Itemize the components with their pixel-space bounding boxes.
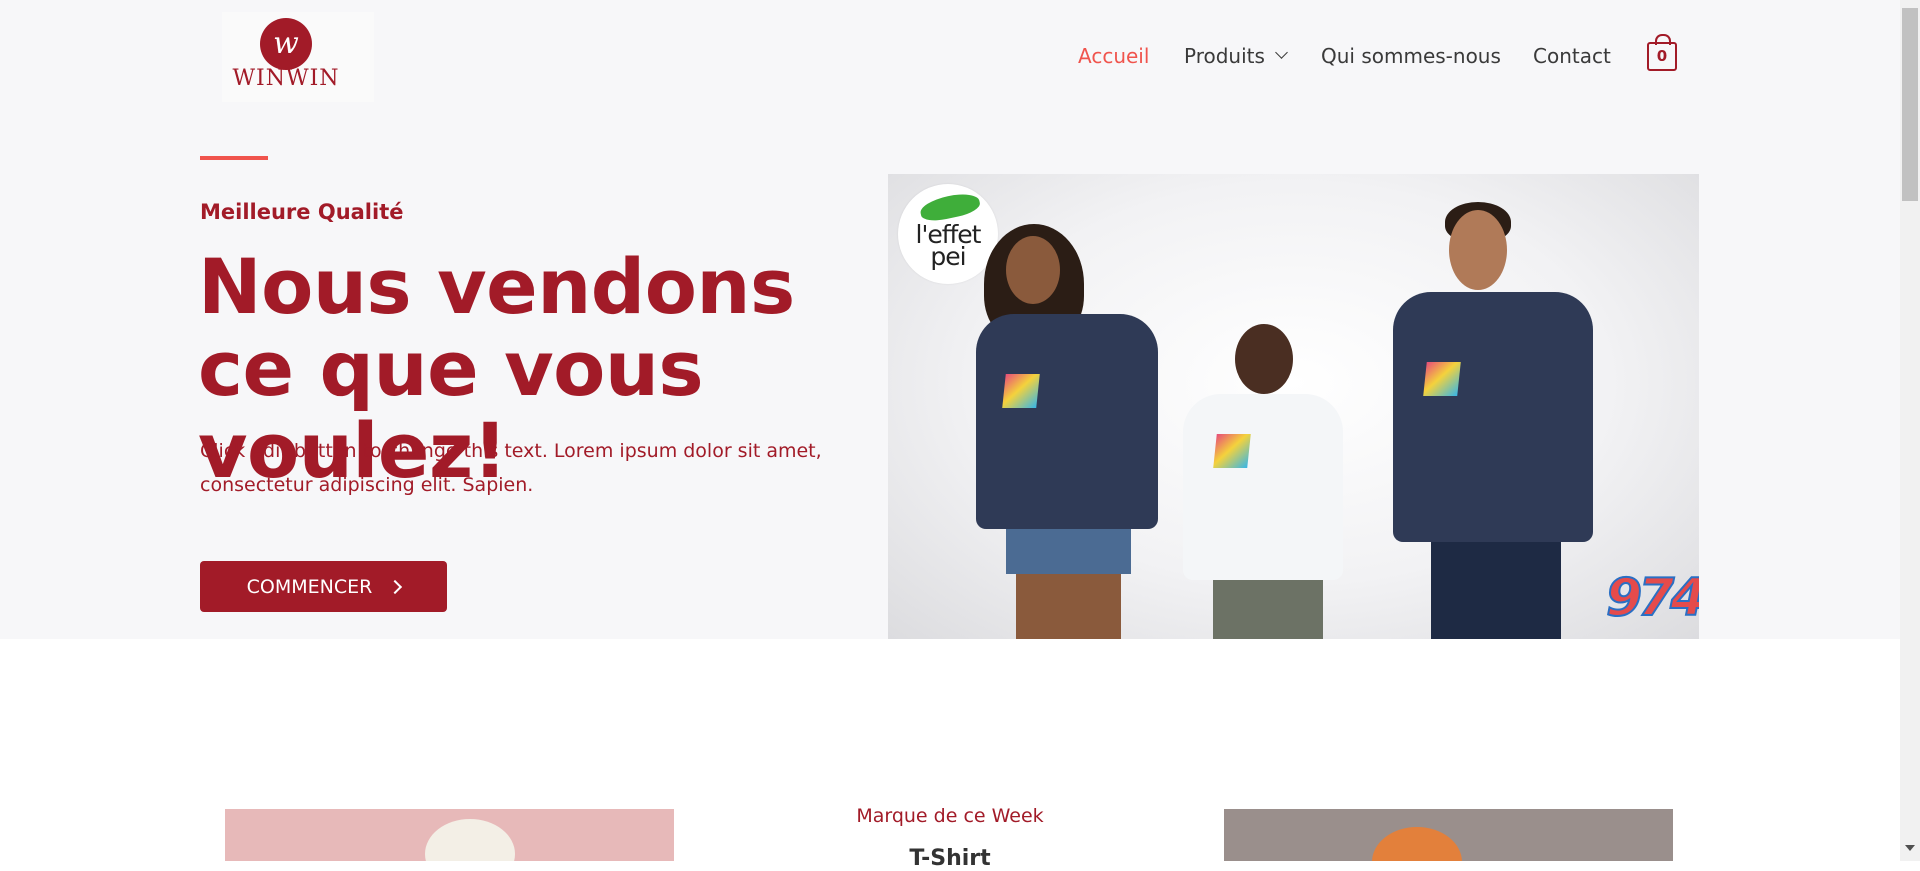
jeans <box>1431 542 1561 639</box>
shorts <box>1006 529 1131 574</box>
nav-label-qui-sommes-nous: Qui sommes-nous <box>1321 44 1501 68</box>
shopping-bag-icon[interactable]: 0 <box>1647 34 1677 71</box>
hoodie-print <box>1002 374 1040 408</box>
model-face <box>1235 324 1293 394</box>
legs <box>1016 574 1121 639</box>
scrollbar-thumb[interactable] <box>1902 8 1918 201</box>
hero-image: l'effet pei 974 <box>888 174 1699 639</box>
featured-title: T-Shirt <box>909 846 991 871</box>
pants <box>1213 580 1323 639</box>
logo-mark: w <box>260 18 312 70</box>
accent-divider <box>200 156 268 160</box>
nav-label-produits: Produits <box>1184 44 1265 68</box>
corner-logo: 974 <box>1605 567 1699 629</box>
hero-description: Click edit button to change this text. L… <box>200 440 822 496</box>
cart-count: 0 <box>1656 47 1668 65</box>
chevron-down-icon <box>1275 45 1288 59</box>
featured-label: Marque de ce Week <box>856 805 1044 827</box>
nav-label-contact: Contact <box>1533 44 1611 68</box>
brand-badge: l'effet pei <box>898 184 998 284</box>
hoodie <box>1393 292 1593 542</box>
model-face <box>1006 236 1060 304</box>
nav-item-accueil[interactable]: Accueil <box>1078 42 1149 70</box>
site-logo[interactable]: w WINWIN <box>222 12 374 102</box>
scroll-down-arrow-icon[interactable] <box>1905 845 1915 851</box>
nav-label-accueil: Accueil <box>1078 44 1150 68</box>
nav-item-qui-sommes-nous[interactable]: Qui sommes-nous <box>1321 42 1501 70</box>
hero-eyebrow: Meilleure Qualité <box>200 200 404 224</box>
nav-item-contact[interactable]: Contact <box>1533 42 1611 70</box>
product-image-right[interactable] <box>1224 809 1673 861</box>
model-face <box>1449 210 1507 290</box>
hoodie-print <box>1213 434 1251 468</box>
chevron-right-icon <box>388 579 403 594</box>
hoodie-print <box>1423 362 1461 396</box>
nav-item-produits[interactable]: Produits <box>1184 42 1288 70</box>
lizard-icon <box>918 190 982 224</box>
cta-label: COMMENCER <box>246 575 373 598</box>
hoodie <box>976 314 1158 529</box>
logo-text: WINWIN <box>232 66 340 91</box>
hoodie <box>1183 394 1343 580</box>
cta-button[interactable]: COMMENCER <box>200 561 447 612</box>
badge-text: l'effet pei <box>915 220 982 271</box>
product-image-left[interactable] <box>225 809 674 861</box>
